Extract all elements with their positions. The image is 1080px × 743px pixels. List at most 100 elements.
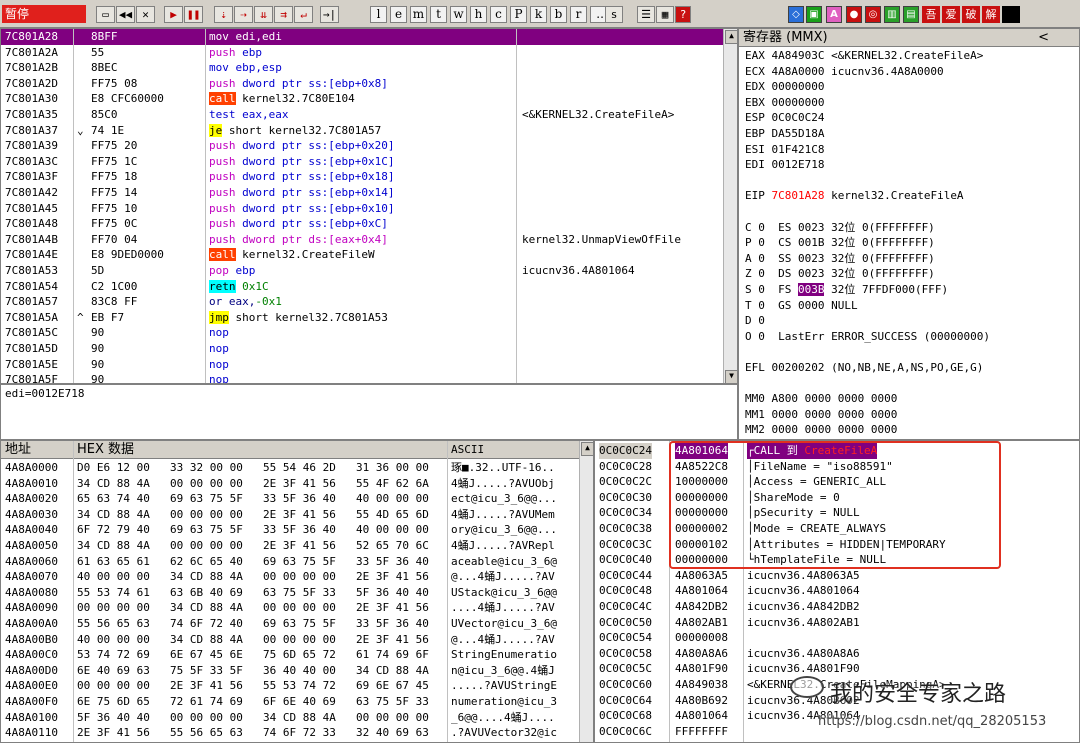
dump-row[interactable]: 4A8A0010 34 CD 88 4A 00 00 00 00 2E 3F 41 5…: [1, 476, 579, 492]
help-button[interactable]: ?: [675, 6, 691, 23]
disasm-row[interactable]: 7C801A4B FF70 04 push dword ptr ds:[eax+0x…: [1, 232, 723, 248]
dump-col-hex[interactable]: HEX 数据: [77, 441, 134, 459]
dump-row[interactable]: 4A8A00F0 6E 75 6D 65 72 61 74 69 6F 6E 40 6…: [1, 694, 579, 710]
register-line[interactable]: MM1 0000 0000 0000 0000: [745, 407, 1075, 423]
options-button[interactable]: s: [605, 6, 623, 23]
disasm-row[interactable]: 7C801A30 E8 CFC60000 call kernel32.7C80E10…: [1, 91, 723, 107]
plugin-icon-8[interactable]: [1002, 6, 1020, 23]
disasm-row[interactable]: 7C801A5A ^ EB F7 jmp short kernel32.7C801A5…: [1, 310, 723, 326]
dump-row[interactable]: 4A8A0000 D0 E6 12 00 33 32 00 00 55 54 46 2…: [1, 460, 579, 476]
toolbar-letter-6[interactable]: c: [490, 6, 507, 23]
stack-row[interactable]: 0C0C0C60 4A849038 <&KERNEL32.CreateFileMap…: [595, 677, 1079, 693]
dump-row[interactable]: 4A8A0050 34 CD 88 4A 00 00 00 00 2E 3F 41 5…: [1, 538, 579, 554]
dump-scrollbar[interactable]: ▲: [579, 441, 593, 742]
register-line[interactable]: ECX 4A8A0000 icucnv36.4A8A0000: [745, 64, 1075, 80]
disasm-row[interactable]: 7C801A37 ⌄ 74 1E je short kernel32.7C801A57: [1, 123, 723, 139]
cn-button-1[interactable]: 爱: [942, 6, 960, 23]
cn-button-2[interactable]: 破: [962, 6, 980, 23]
scroll-up-icon[interactable]: ▲: [725, 30, 737, 44]
toolbar-letter-1[interactable]: e: [390, 6, 407, 23]
list-icon[interactable]: ☰: [637, 6, 655, 23]
register-line[interactable]: EBP DA55D18A: [745, 126, 1075, 142]
dump-col-ascii[interactable]: ASCII: [451, 441, 484, 459]
trace-over-icon[interactable]: ⇉: [274, 6, 293, 23]
disasm-row[interactable]: 7C801A45 FF75 10 push dword ptr ss:[ebp+0x…: [1, 201, 723, 217]
disasm-scrollbar[interactable]: ▲ ▼: [723, 29, 737, 383]
stack-row[interactable]: 0C0C0C58 4A80A8A6 icucnv36.4A80A8A6: [595, 646, 1079, 662]
dump-row[interactable]: 4A8A0100 5F 36 40 40 00 00 00 00 34 CD 88 4…: [1, 710, 579, 726]
dump-scroll-up-icon[interactable]: ▲: [581, 442, 593, 456]
register-line[interactable]: [745, 173, 1075, 189]
plugin-icon-7[interactable]: ▤: [903, 6, 919, 23]
disasm-row[interactable]: 7C801A2B 8BEC mov ebp,esp: [1, 60, 723, 76]
open-icon[interactable]: ▭: [96, 6, 115, 23]
toolbar-letter-7[interactable]: P: [510, 6, 527, 23]
register-line[interactable]: EDX 00000000: [745, 79, 1075, 95]
toolbar-letter-5[interactable]: h: [470, 6, 487, 23]
dump-row[interactable]: 4A8A0030 34 CD 88 4A 00 00 00 00 2E 3F 41 5…: [1, 507, 579, 523]
toolbar-letter-10[interactable]: r: [570, 6, 587, 23]
dump-row[interactable]: 4A8A0060 61 63 65 61 62 6C 65 40 69 63 75 5…: [1, 554, 579, 570]
stack-row[interactable]: 0C0C0C50 4A802AB1 icucnv36.4A802AB1: [595, 615, 1079, 631]
dump-row[interactable]: 4A8A00B0 40 00 00 00 34 CD 88 4A 00 00 00 0…: [1, 632, 579, 648]
stack-row[interactable]: 0C0C0C6C FFFFFFFF: [595, 724, 1079, 740]
disasm-row[interactable]: 7C801A5D 90 nop: [1, 341, 723, 357]
disasm-row[interactable]: 7C801A5F 90 nop: [1, 372, 723, 383]
disasm-row[interactable]: 7C801A48 FF75 0C push dword ptr ss:[ebp+0x…: [1, 216, 723, 232]
register-line[interactable]: P 0 CS 001B 32位 0(FFFFFFFF): [745, 235, 1075, 251]
toolbar-letter-8[interactable]: k: [530, 6, 547, 23]
stack-row[interactable]: 0C0C0C4C 4A842DB2 icucnv36.4A842DB2: [595, 599, 1079, 615]
plugin-icon-2[interactable]: ▣: [806, 6, 822, 23]
step-over-icon[interactable]: ⇢: [234, 6, 253, 23]
dump-row[interactable]: 4A8A0020 65 63 74 40 69 63 75 5F 33 5F 36 4…: [1, 491, 579, 507]
disasm-row[interactable]: 7C801A2A 55 push ebp: [1, 45, 723, 61]
dump-row[interactable]: 4A8A0040 6F 72 79 40 69 63 75 5F 33 5F 36 4…: [1, 522, 579, 538]
step-into-icon[interactable]: ⇣: [214, 6, 233, 23]
plugin-icon-3[interactable]: A: [826, 6, 842, 23]
rewind-icon[interactable]: ◀◀: [116, 6, 135, 23]
trace-into-icon[interactable]: ⇊: [254, 6, 273, 23]
register-line[interactable]: T 0 GS 0000 NULL: [745, 298, 1075, 314]
stack-row[interactable]: 0C0C0C44 4A8063A5 icucnv36.4A8063A5: [595, 568, 1079, 584]
plugin-icon-6[interactable]: ▥: [884, 6, 900, 23]
register-line[interactable]: [745, 204, 1075, 220]
plugin-icon-1[interactable]: ◇: [788, 6, 804, 23]
toolbar-letter-0[interactable]: l: [370, 6, 387, 23]
dump-row[interactable]: 4A8A0090 00 00 00 00 34 CD 88 4A 00 00 00 0…: [1, 600, 579, 616]
register-line[interactable]: ESP 0C0C0C24: [745, 110, 1075, 126]
register-line[interactable]: EIP 7C801A28 kernel32.CreateFileA: [745, 188, 1075, 204]
stack-row[interactable]: 0C0C0C48 4A801064 icucnv36.4A801064: [595, 583, 1079, 599]
register-line[interactable]: S 0 FS 003B 32位 7FFDF000(FFF): [745, 282, 1075, 298]
register-line[interactable]: EDI 0012E718: [745, 157, 1075, 173]
stack-row[interactable]: 0C0C0C5C 4A801F90 icucnv36.4A801F90: [595, 661, 1079, 677]
dump-row[interactable]: 4A8A0070 40 00 00 00 34 CD 88 4A 00 00 00 0…: [1, 569, 579, 585]
stack-row[interactable]: 0C0C0C70 00000000: [595, 739, 1079, 742]
disasm-row[interactable]: 7C801A39 FF75 20 push dword ptr ss:[ebp+0x…: [1, 138, 723, 154]
disasm-row[interactable]: 7C801A2D FF75 08 push dword ptr ss:[ebp+0x…: [1, 76, 723, 92]
disasm-row[interactable]: 7C801A54 C2 1C00 retn 0x1C: [1, 279, 723, 295]
disasm-row[interactable]: 7C801A4E E8 9DED0000 call kernel32.CreateF…: [1, 247, 723, 263]
dump-row[interactable]: 4A8A0080 55 53 74 61 63 6B 40 69 63 75 5F 3…: [1, 585, 579, 601]
register-line[interactable]: MM0 A800 0000 0000 0000: [745, 391, 1075, 407]
toolbar-letter-4[interactable]: w: [450, 6, 467, 23]
disasm-row[interactable]: 7C801A5E 90 nop: [1, 357, 723, 373]
go-to-icon[interactable]: →|: [320, 6, 339, 23]
register-line[interactable]: C 0 ES 0023 32位 0(FFFFFFFF): [745, 220, 1075, 236]
grid-icon[interactable]: ▦: [656, 6, 674, 23]
register-line[interactable]: EAX 4A84903C <&KERNEL32.CreateFileA>: [745, 48, 1075, 64]
stack-row[interactable]: 0C0C0C68 4A801064 icucnv36.4A801064: [595, 708, 1079, 724]
register-line[interactable]: A 0 SS 0023 32位 0(FFFFFFFF): [745, 251, 1075, 267]
disasm-row[interactable]: 7C801A3F FF75 18 push dword ptr ss:[ebp+0x…: [1, 169, 723, 185]
register-line[interactable]: O 0 LastErr ERROR_SUCCESS (00000000): [745, 329, 1075, 345]
register-line[interactable]: ESI 01F421C8: [745, 142, 1075, 158]
stack-row[interactable]: 0C0C0C54 00000008: [595, 630, 1079, 646]
dump-row[interactable]: 4A8A00D0 6E 40 69 63 75 5F 33 5F 36 40 40 0…: [1, 663, 579, 679]
register-line[interactable]: MM2 0000 0000 0000 0000: [745, 422, 1075, 438]
dump-row[interactable]: 4A8A00E0 00 00 00 00 2E 3F 41 56 55 53 74 7…: [1, 678, 579, 694]
disasm-row[interactable]: 7C801A28 8BFF mov edi,edi: [1, 29, 723, 45]
plugin-icon-5[interactable]: ◎: [865, 6, 881, 23]
collapse-left-icon[interactable]: <: [1038, 29, 1049, 47]
register-line[interactable]: EFL 00200202 (NO,NB,NE,A,NS,PO,GE,G): [745, 360, 1075, 376]
cn-button-0[interactable]: 吾: [922, 6, 940, 23]
toolbar-letter-3[interactable]: t: [430, 6, 447, 23]
